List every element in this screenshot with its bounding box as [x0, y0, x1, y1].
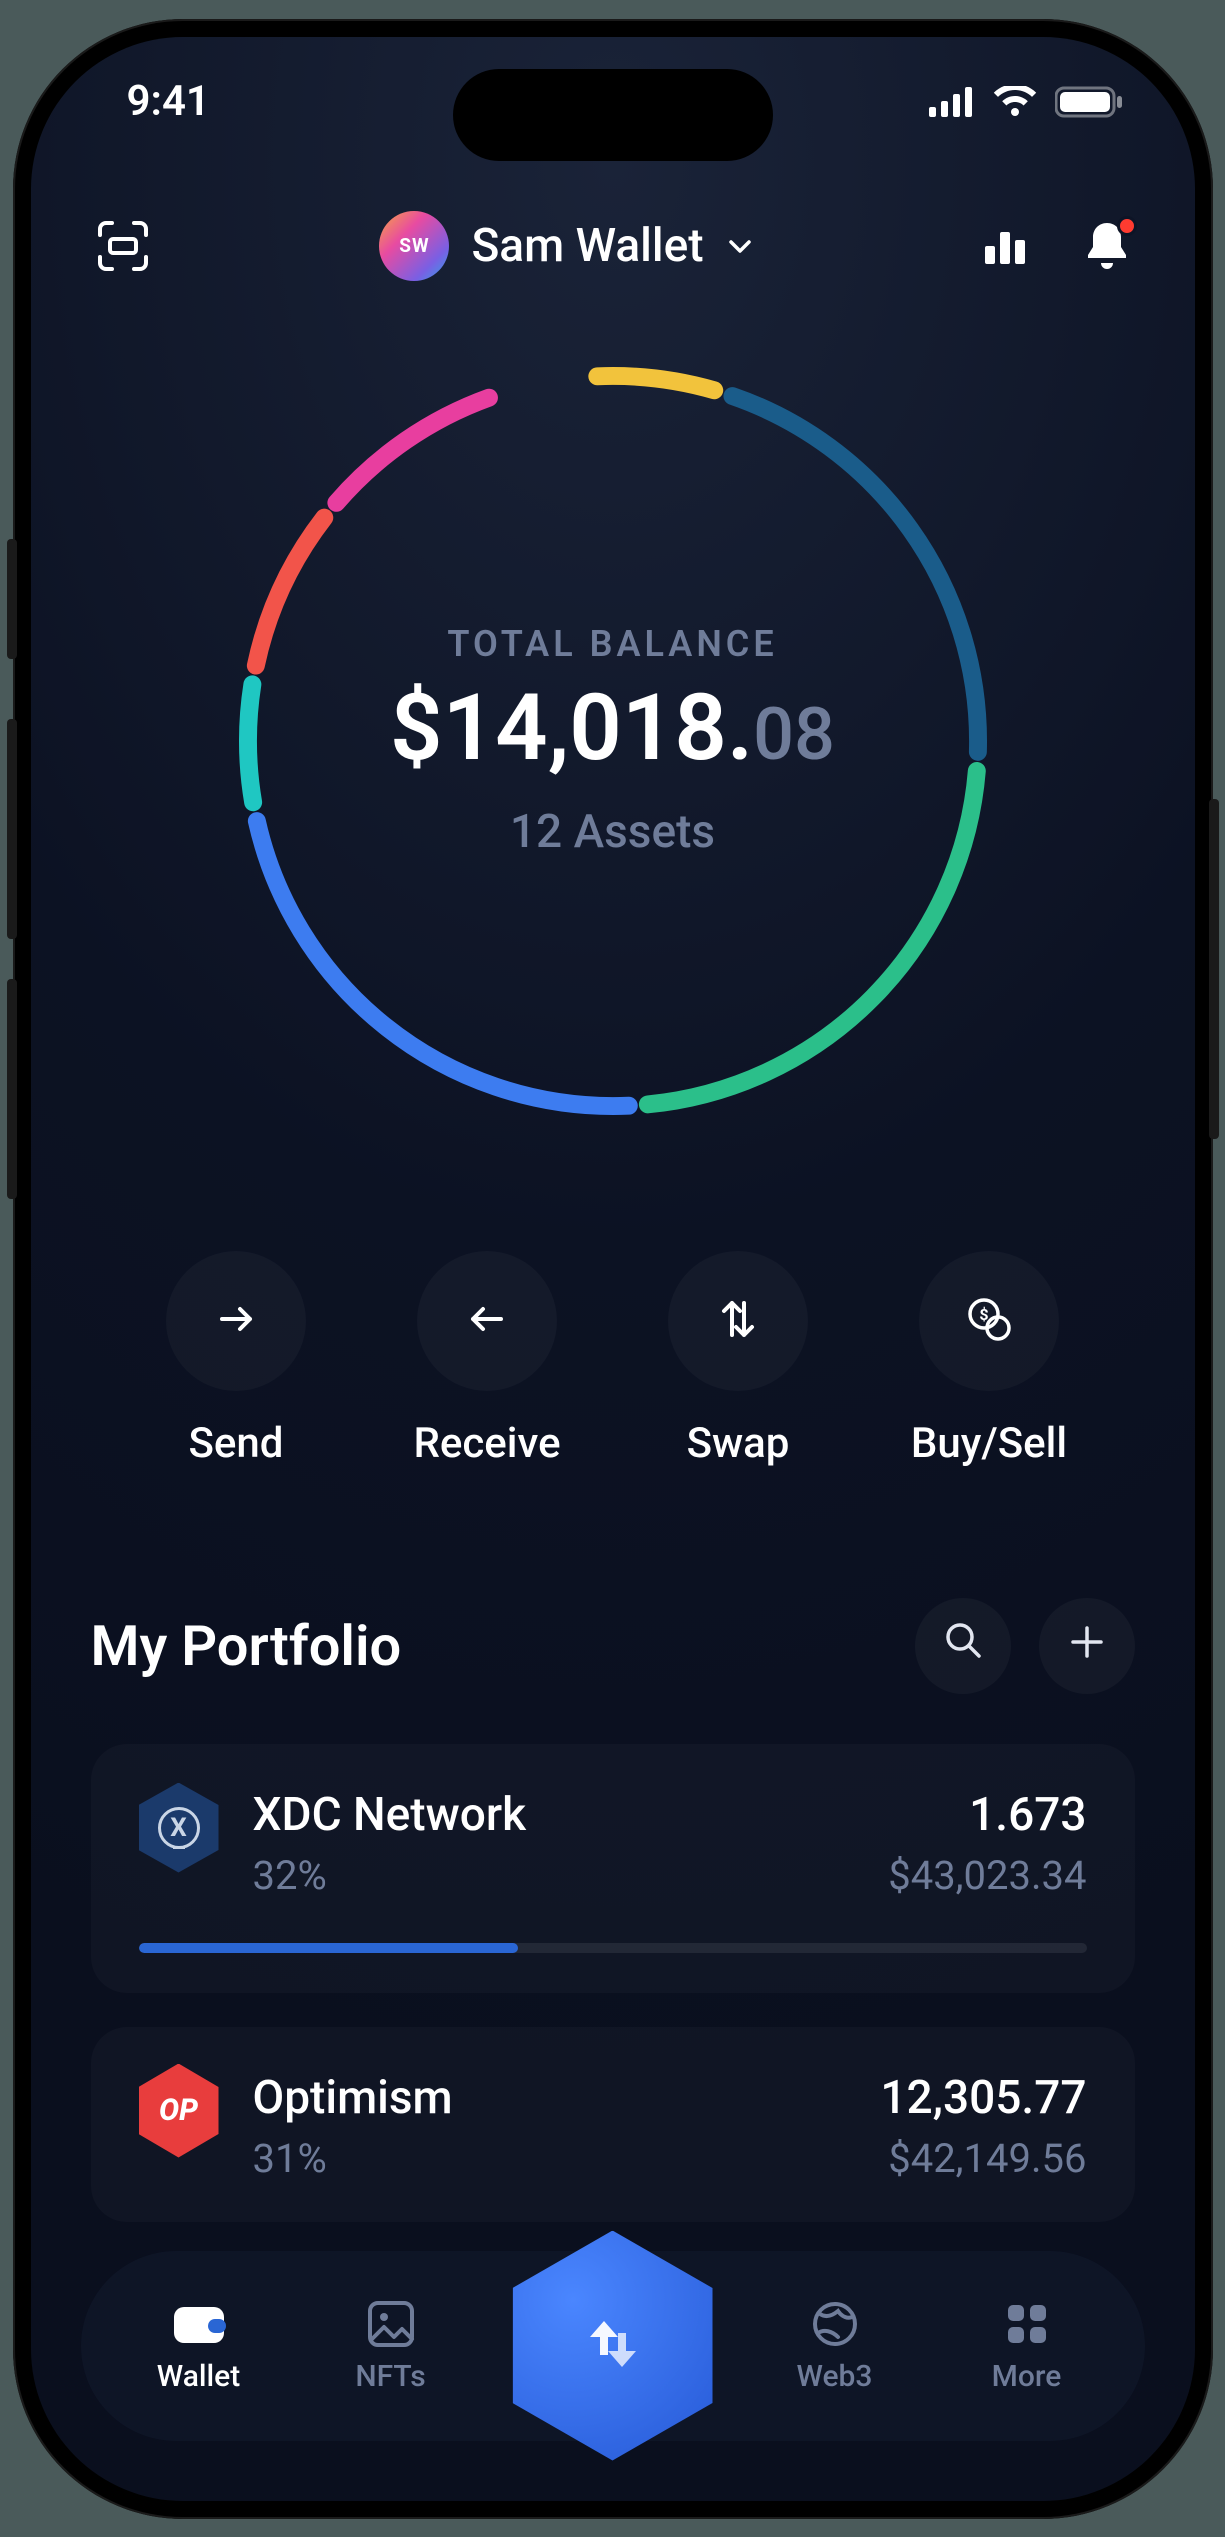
balance-label: TOTAL BALANCE [447, 623, 777, 665]
asset-amount: 1.673 [888, 1788, 1086, 1842]
action-label: Swap [687, 1419, 790, 1468]
arrow-right-icon [212, 1295, 260, 1347]
notifications-button[interactable] [1079, 218, 1135, 274]
wallet-avatar: SW [379, 211, 449, 281]
tab-more[interactable]: More [957, 2297, 1097, 2394]
image-icon [364, 2297, 418, 2351]
screen-bezel: 9:41 [31, 37, 1195, 2501]
swap-icon [714, 1295, 762, 1347]
buy-sell-icon: $ [962, 1292, 1016, 1350]
tab-bar: Wallet NFTs Web3 More [81, 2251, 1145, 2441]
swap-arrows-icon [576, 2307, 650, 2385]
add-button[interactable] [1039, 1598, 1135, 1694]
tab-label: More [992, 2359, 1062, 2394]
asset-name: Optimism [253, 2071, 847, 2125]
dynamic-island [453, 69, 773, 161]
portfolio-title: My Portfolio [91, 1613, 402, 1679]
action-label: Buy/Sell [911, 1419, 1067, 1468]
wallet-icon [172, 2297, 226, 2351]
tab-label: Wallet [157, 2359, 240, 2394]
assets-count: 12 Assets [510, 805, 715, 859]
send-button[interactable]: Send [121, 1251, 352, 1468]
balance-main: $14,018. [390, 675, 753, 782]
action-label: Send [189, 1419, 284, 1468]
svg-text:$: $ [979, 1305, 988, 1324]
asset-card-optimism[interactable]: OP Optimism 31% 12,305.77 $42,149.56 [91, 2027, 1135, 2222]
power-button [1209, 799, 1219, 1139]
asset-value: $43,023.34 [888, 1852, 1086, 1899]
tab-label: Web3 [797, 2359, 873, 2394]
asset-card-xdc[interactable]: X XDC Network 32% 1.673 $43,023.34 [91, 1744, 1135, 1993]
wallet-selector[interactable]: SW Sam Wallet [379, 211, 753, 281]
notification-dot [1117, 216, 1137, 236]
asset-pct: 31% [253, 2135, 847, 2182]
volume-up-button [7, 719, 17, 939]
cellular-signal-icon [929, 87, 975, 117]
balance-cents: 08 [753, 692, 835, 777]
grid-icon [1000, 2297, 1054, 2351]
battery-icon [1055, 86, 1125, 118]
search-button[interactable] [915, 1598, 1011, 1694]
chevron-down-icon [726, 232, 754, 260]
tab-label: NFTs [355, 2359, 425, 2394]
buy-sell-button[interactable]: $ Buy/Sell [874, 1251, 1105, 1468]
balance-amount: $14,018.08 [390, 683, 835, 775]
optimism-icon: OP [139, 2071, 219, 2151]
action-row: Send Receive Swap $ Buy/Sell [31, 1131, 1195, 1468]
tab-wallet[interactable]: Wallet [129, 2297, 269, 2394]
wifi-icon [993, 86, 1037, 118]
asset-name: XDC Network [253, 1788, 855, 1842]
scan-button[interactable] [91, 214, 155, 278]
stats-button[interactable] [979, 218, 1031, 274]
phone-frame: 9:41 [13, 19, 1213, 2519]
side-button [7, 539, 17, 659]
wallet-name: Sam Wallet [471, 219, 703, 273]
asset-value: $42,149.56 [880, 2135, 1086, 2182]
globe-icon [808, 2297, 862, 2351]
receive-button[interactable]: Receive [372, 1251, 603, 1468]
xdc-icon: X [139, 1788, 219, 1868]
asset-amount: 12,305.77 [880, 2071, 1086, 2125]
asset-pct: 32% [253, 1852, 855, 1899]
tab-nfts[interactable]: NFTs [321, 2297, 461, 2394]
status-time: 9:41 [127, 77, 210, 126]
arrow-left-icon [463, 1295, 511, 1347]
volume-down-button [7, 979, 17, 1199]
action-label: Receive [413, 1419, 560, 1468]
swap-button[interactable]: Swap [623, 1251, 854, 1468]
plus-icon [1067, 1617, 1107, 1675]
balance-donut: TOTAL BALANCE $14,018.08 12 Assets [223, 351, 1003, 1131]
search-icon [941, 1617, 985, 1675]
asset-progress [139, 1943, 1087, 1953]
tab-web3[interactable]: Web3 [765, 2297, 905, 2394]
